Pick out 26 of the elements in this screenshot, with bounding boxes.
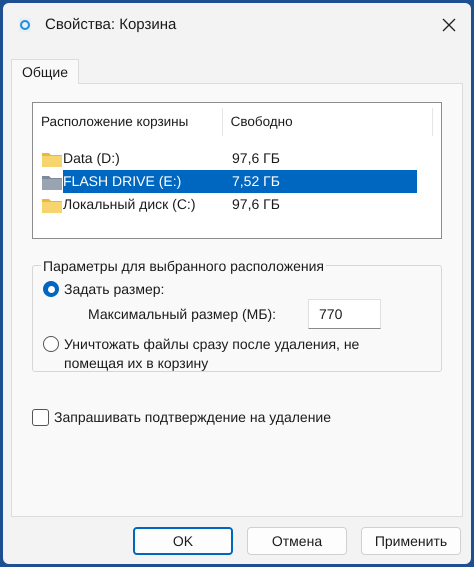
radio-button[interactable]: [43, 336, 59, 352]
radio-button[interactable]: [43, 281, 59, 297]
location-name: Data (D:): [63, 149, 121, 168]
free-space: 97,6 ГБ: [231, 149, 280, 168]
list-row[interactable]: FLASH DRIVE (E:) 7,52 ГБ: [63, 170, 417, 193]
dialog-button[interactable]: Отмена: [247, 527, 347, 555]
field-label: Максимальный размер (МБ):: [88, 304, 278, 324]
checkbox-label: Запрашивать подтверждение на удаление: [54, 408, 332, 427]
checkbox[interactable]: [32, 409, 49, 426]
location-name: FLASH DRIVE (E:): [63, 172, 182, 191]
dialog-button[interactable]: Применить: [361, 527, 461, 555]
window-title: Свойства: Корзина: [45, 14, 176, 35]
column-header[interactable]: Свободно: [222, 108, 433, 136]
option-label: Уничтожать файлы сразу после удаления, не помещая их в корзину: [64, 335, 360, 373]
size-input-field[interactable]: 770: [308, 299, 381, 329]
list-row[interactable]: Локальный диск (C:) 97,6 ГБ: [63, 193, 417, 216]
location-name: Локальный диск (C:): [63, 195, 196, 214]
option-label: Задать размер:: [64, 280, 166, 299]
close-icon[interactable]: [441, 17, 457, 33]
free-space: 7,52 ГБ: [231, 172, 280, 191]
free-space: 97,6 ГБ: [231, 195, 280, 214]
recycle-bin-icon: [17, 17, 33, 33]
column-header[interactable]: Расположение корзины: [41, 108, 223, 136]
list-row[interactable]: Data (D:) 97,6 ГБ: [63, 147, 417, 170]
dialog-button[interactable]: OK: [133, 527, 233, 555]
tab[interactable]: Общие: [11, 59, 80, 84]
